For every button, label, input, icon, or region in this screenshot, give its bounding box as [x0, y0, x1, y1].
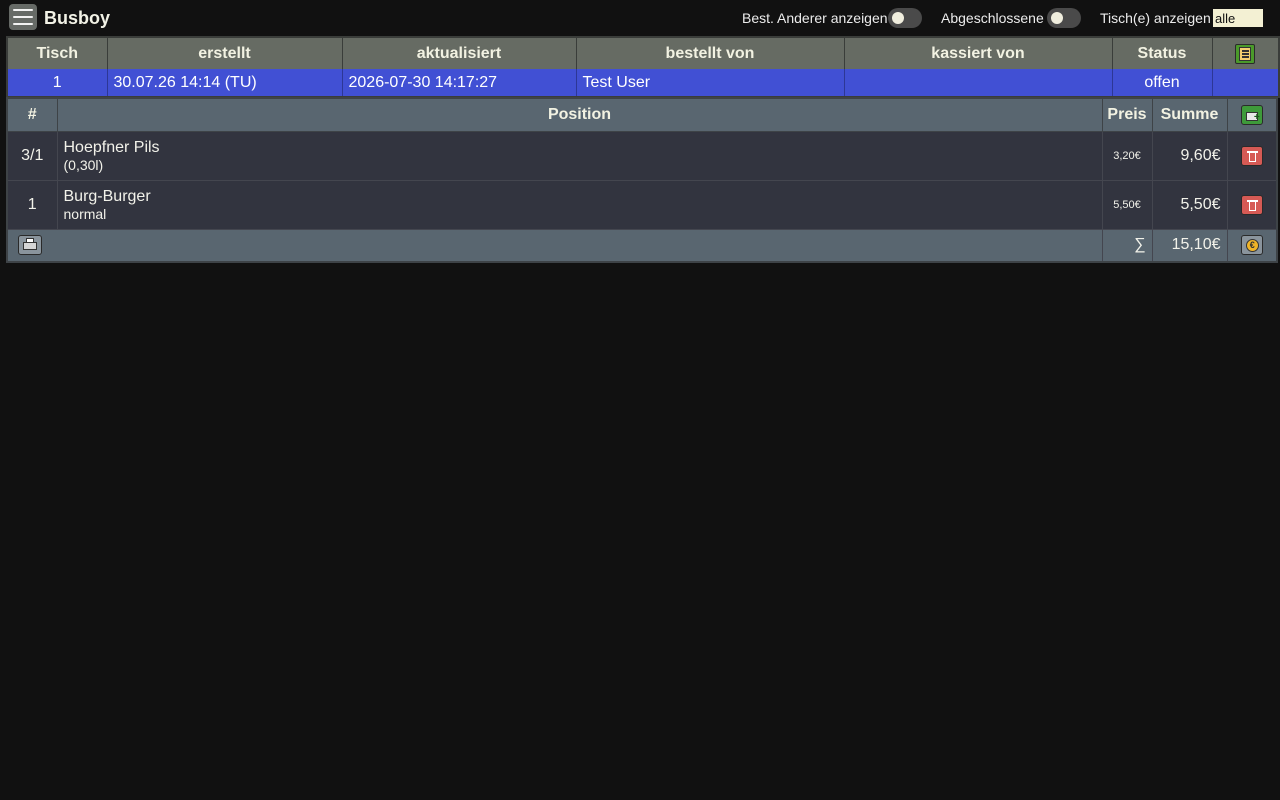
order-table-number: 1 [7, 69, 108, 97]
total-sigma-symbol: ∑ [1102, 229, 1153, 262]
position-price: 5,50€ [1102, 180, 1153, 230]
order-status: offen [1112, 69, 1213, 97]
position-qty: 3/1 [7, 131, 58, 181]
col-header-position: Position [57, 98, 1103, 132]
total-sum: 15,10€ [1152, 229, 1228, 262]
hamburger-menu-icon-bar [13, 23, 33, 25]
position-sum: 9,60€ [1152, 131, 1228, 181]
hamburger-menu-icon [13, 9, 33, 11]
position-row[interactable]: 1 Burg-Burger normal 5,50€ 5,50€ [7, 180, 1278, 230]
order-ordered-by: Test User [576, 69, 845, 97]
position-sum: 5,50€ [1152, 180, 1228, 230]
position-variant: (0,30l) [63, 156, 104, 173]
position-row[interactable]: 3/1 Hoepfner Pils (0,30l) 3,20€ 9,60€ [7, 131, 1278, 181]
tables-filter-label: Tisch(e) anzeigen [1100, 10, 1211, 26]
position-name: Burg-Burger [63, 187, 151, 205]
col-header-sum: Summe [1152, 98, 1228, 132]
order-action-cell [1212, 69, 1280, 97]
trash-icon[interactable] [1240, 145, 1263, 166]
positions-table: # Position Preis Summe + 3/1 Hoepfner Pi… [6, 97, 1278, 263]
order-list-icon[interactable] [1235, 43, 1256, 64]
position-description: Hoepfner Pils (0,30l) [57, 131, 1103, 181]
orders-header-row: Tisch erstellt aktualisiert bestellt von… [7, 37, 1280, 69]
print-cell [7, 229, 1103, 262]
order-created: 30.07.26 14:14 (TU) [107, 69, 343, 97]
col-header-cashed-by[interactable]: kassiert von [844, 37, 1113, 69]
hamburger-menu-icon-bar [13, 16, 33, 18]
order-cashed-by [844, 69, 1113, 97]
tables-filter-input[interactable] [1213, 9, 1263, 27]
show-closed-toggle[interactable] [1047, 8, 1081, 28]
trash-icon[interactable] [1240, 194, 1263, 215]
position-action-cell [1227, 131, 1278, 181]
top-bar: Busboy Best. Anderer anzeigen Abgeschlos… [0, 0, 1280, 36]
position-description: Burg-Burger normal [57, 180, 1103, 230]
col-header-updated[interactable]: aktualisiert [342, 37, 577, 69]
position-action-cell [1227, 180, 1278, 230]
col-header-status[interactable]: Status [1112, 37, 1213, 69]
order-list-header-cell [1212, 37, 1280, 69]
toggle-knob [1051, 12, 1063, 24]
printer-icon[interactable] [18, 235, 42, 256]
pay-cell: € [1227, 229, 1278, 262]
show-others-toggle[interactable] [888, 8, 922, 28]
order-row[interactable]: 1 30.07.26 14:14 (TU) 2026-07-30 14:17:2… [7, 69, 1280, 97]
orders-table: Tisch erstellt aktualisiert bestellt von… [6, 36, 1280, 98]
col-header-number: # [7, 98, 58, 132]
show-others-label: Best. Anderer anzeigen [742, 10, 888, 26]
col-header-price: Preis [1102, 98, 1153, 132]
menu-button[interactable] [9, 4, 37, 30]
add-item-header-cell: + [1227, 98, 1278, 132]
col-header-table[interactable]: Tisch [7, 37, 108, 69]
col-header-ordered-by[interactable]: bestellt von [576, 37, 845, 69]
show-closed-label: Abgeschlossene [941, 10, 1044, 26]
app-title: Busboy [44, 8, 111, 28]
toggle-knob [892, 12, 904, 24]
col-header-created[interactable]: erstellt [107, 37, 343, 69]
position-qty: 1 [7, 180, 58, 230]
position-price: 3,20€ [1102, 131, 1153, 181]
positions-header-row: # Position Preis Summe + [7, 98, 1278, 132]
add-item-icon[interactable]: + [1240, 104, 1263, 125]
euro-coin-icon[interactable]: € [1240, 235, 1263, 256]
position-variant: normal [63, 205, 107, 222]
position-name: Hoepfner Pils [63, 138, 160, 156]
positions-total-row: ∑ 15,10€ € [7, 229, 1278, 262]
order-updated: 2026-07-30 14:17:27 [342, 69, 577, 97]
